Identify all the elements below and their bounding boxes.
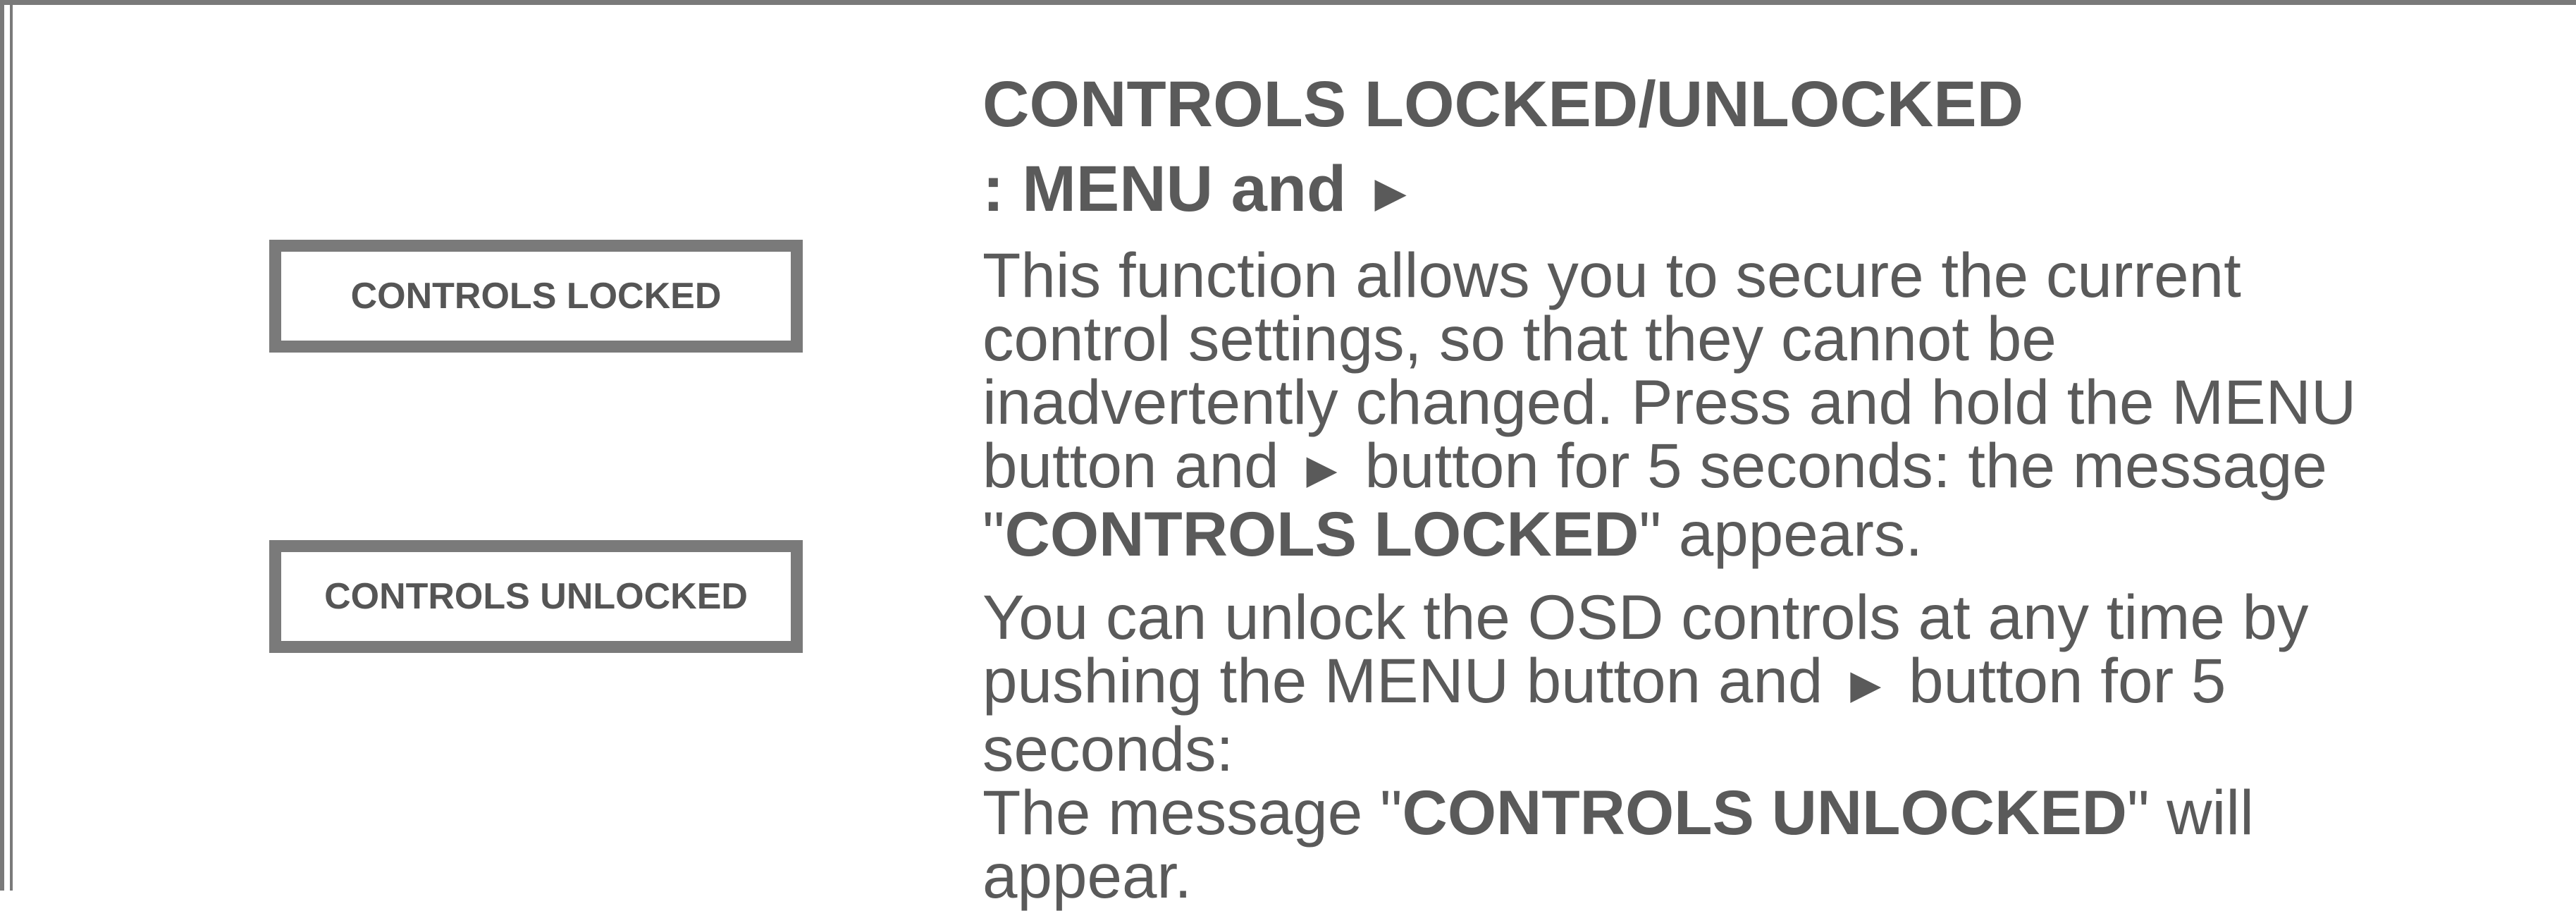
paragraph-unlock-description: You can unlock the OSD controls at any t… xyxy=(982,585,2561,907)
section-content: CONTROLS LOCKED/UNLOCKED : MENU and ► Th… xyxy=(982,62,2561,907)
paragraph2-line2-end: button for 5 xyxy=(1891,645,2226,716)
paragraph1-line1: This function allows you to secure the c… xyxy=(982,240,2241,310)
section-title: CONTROLS LOCKED/UNLOCKED xyxy=(982,68,2024,140)
subtitle-prefix: : MENU and xyxy=(982,153,1364,225)
paragraph2-line4-start: The message " xyxy=(982,777,1403,848)
paragraph1-quote-open: " xyxy=(982,499,1005,569)
paragraph2-line4: The message "CONTROLS UNLOCKED" will xyxy=(982,781,2561,844)
right-arrow-icon: ► xyxy=(1296,441,1348,499)
paragraph1-line5-end: " appears. xyxy=(1639,499,1923,569)
paragraph2-line2: pushing the MENU button and ► button for… xyxy=(982,649,2561,717)
paragraph-lock-description: This function allows you to secure the c… xyxy=(982,243,2561,565)
paragraph1-line5: "CONTROLS LOCKED" appears. xyxy=(982,502,2561,565)
paragraph2-line5: appear. xyxy=(982,840,1192,911)
paragraph1-locked-message: CONTROLS LOCKED xyxy=(1004,499,1639,569)
paragraph2-line1: You can unlock the OSD controls at any t… xyxy=(982,582,2309,652)
paragraph1-line3: inadvertently changed. Press and hold th… xyxy=(982,367,2357,437)
paragraph2-line4-end: " will xyxy=(2126,777,2254,848)
osd-controls-unlocked-message: CONTROLS UNLOCKED xyxy=(269,540,803,653)
top-border xyxy=(0,0,2576,5)
paragraph2-unlocked-message: CONTROLS UNLOCKED xyxy=(1402,777,2127,848)
paragraph1-line4-end: button for 5 seconds: the message xyxy=(1347,430,2327,501)
osd-controls-locked-message: CONTROLS LOCKED xyxy=(269,240,803,353)
left-border-inner xyxy=(10,0,13,891)
right-arrow-icon: ► xyxy=(1364,163,1417,222)
paragraph1-line4: button and ► button for 5 seconds: the m… xyxy=(982,434,2561,502)
right-arrow-icon: ► xyxy=(1840,656,1892,714)
paragraph2-line2-start: pushing the MENU button and xyxy=(982,645,1841,716)
osd-locked-label: CONTROLS LOCKED xyxy=(350,276,722,317)
paragraph1-line2: control settings, so that they cannot be xyxy=(982,303,2057,374)
section-subtitle: : MENU and ► xyxy=(982,147,2561,235)
left-border-outer xyxy=(0,0,4,891)
paragraph2-line3: seconds: xyxy=(982,714,1234,784)
paragraph1-line4-start: button and xyxy=(982,430,1297,501)
osd-unlocked-label: CONTROLS UNLOCKED xyxy=(324,576,748,617)
